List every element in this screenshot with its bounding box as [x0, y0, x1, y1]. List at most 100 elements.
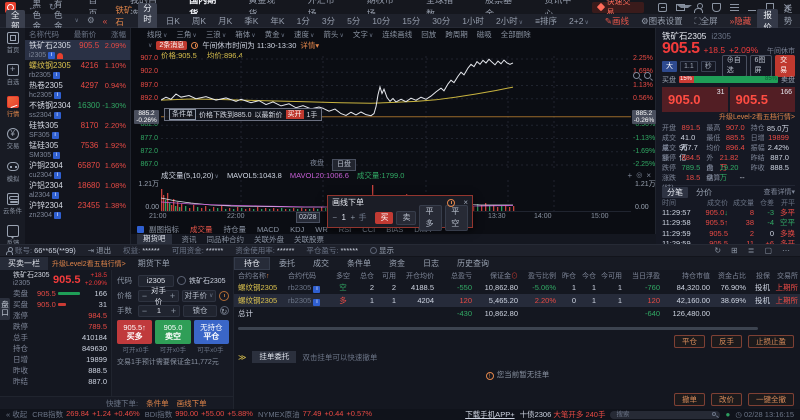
collapse-pending-icon[interactable]: ≫: [238, 353, 246, 362]
search-symbol-icon[interactable]: [177, 276, 186, 285]
indicator-tab-4[interactable]: KDJ: [290, 225, 304, 234]
more-icon[interactable]: ⋯: [782, 246, 790, 255]
period-12[interactable]: 2小时∨: [496, 15, 523, 27]
positions-tab-2[interactable]: 成交: [304, 257, 338, 270]
popup-qty-plus[interactable]: +: [350, 213, 355, 222]
draw-button[interactable]: ✎画线: [605, 15, 629, 27]
period-3[interactable]: 季K: [244, 15, 258, 27]
feedback-chat-icon[interactable]: [658, 3, 667, 12]
quote-chip-0[interactable]: 大: [662, 61, 677, 72]
draw-tool-7[interactable]: 文字∨: [353, 29, 373, 40]
drawline-order-popup[interactable]: 画线下单 × − 1 + 手 买 卖 平多 平空: [327, 195, 473, 228]
period-6[interactable]: 3分: [322, 15, 335, 27]
pos-btn-1[interactable]: 反手: [711, 335, 742, 348]
pending-orders-tab[interactable]: 挂单委托: [252, 351, 296, 363]
period-11[interactable]: 1小时: [462, 15, 484, 27]
grid-layout-button[interactable]: 2+2∨: [569, 16, 589, 26]
watchlist-col-2[interactable]: 涨幅: [111, 29, 126, 40]
tab-futures-order[interactable]: 期货下单: [130, 257, 178, 270]
zoom-in-icon[interactable]: [633, 72, 640, 79]
menu-list-icon[interactable]: [730, 3, 739, 12]
mail-icon[interactable]: [676, 4, 685, 11]
rail-4[interactable]: 模拟: [6, 160, 20, 184]
bid-price-box[interactable]: 905.031: [662, 87, 728, 112]
lock-position-button[interactable]: 锁仓: [183, 305, 217, 317]
period-9[interactable]: 15分: [402, 15, 420, 27]
vip-icon[interactable]: [712, 3, 721, 12]
collapse-list-icon[interactable]: «: [103, 16, 108, 26]
draw-tool-5[interactable]: 速度∨: [294, 29, 314, 40]
period-1[interactable]: 周K: [192, 15, 206, 27]
position-row-2[interactable]: 总计-43010,862.80-640126,480.00: [234, 307, 800, 320]
indicator-tab-3[interactable]: MACD: [257, 225, 279, 234]
popup-qty-value[interactable]: 1: [340, 213, 347, 222]
pend-btn-0[interactable]: 撤单: [674, 393, 705, 406]
drawline-order-link[interactable]: 画线下单: [177, 398, 207, 409]
volume-title[interactable]: 成交量(5,10,20): [161, 171, 214, 180]
watchlist-col-1[interactable]: 最新价: [74, 29, 97, 40]
indicator-tab-5[interactable]: WR: [315, 225, 328, 234]
related-tab-2[interactable]: 同品种合约: [207, 234, 245, 245]
period-5[interactable]: 1分: [297, 15, 310, 27]
horizontal-scrollbar[interactable]: [238, 327, 758, 330]
index-2[interactable]: NYMEX原油77.49+0.44+0.57%: [258, 409, 372, 420]
show-toggle[interactable]: 显示: [370, 245, 394, 256]
draw-tool-3[interactable]: 箱体∨: [235, 29, 255, 40]
pend-btn-2[interactable]: 一键全撤: [748, 393, 794, 406]
watchlist-row-rb2305[interactable]: 螺纹钢2305rb2305i 42161.10%: [25, 60, 130, 80]
setting-pane-icon[interactable]: ◎: [636, 172, 642, 180]
reset-icon[interactable]: ↻: [220, 306, 229, 315]
related-tab-0[interactable]: 期货吧: [137, 234, 172, 244]
period-7[interactable]: 5分: [347, 15, 360, 27]
position-row-1[interactable]: 螺纹钢2305rb2305 i多1142041205,465.202.20%01…: [234, 294, 800, 307]
rail-5[interactable]: 云条件: [2, 193, 23, 216]
watchlist-row-SM305[interactable]: 锰硅305SM305i 75361.92%: [25, 140, 130, 160]
pos-btn-0[interactable]: 平仓: [674, 335, 705, 348]
price-stepper[interactable]: −对手价+: [138, 290, 179, 302]
draw-tool-6[interactable]: 箭头∨: [323, 29, 343, 40]
watchlist-row-al2304[interactable]: 沪铝2304al2304i 186801.08%: [25, 180, 130, 200]
download-app-link[interactable]: 下载手机APP+: [465, 409, 514, 420]
draw-tool-10[interactable]: 跨周期: [445, 29, 468, 40]
tab-quick-trade[interactable]: 买卖一栏: [0, 257, 48, 270]
index-0[interactable]: CRB指数269.84+1.24+0.46%: [32, 409, 139, 420]
period-8[interactable]: 10分: [372, 15, 390, 27]
sort-button[interactable]: ≡排序: [535, 15, 557, 27]
draw-tool-12[interactable]: 全部删除: [501, 29, 531, 40]
draw-tool-8[interactable]: 连续画线: [382, 29, 412, 40]
draw-tool-2[interactable]: 三浪∨: [206, 29, 226, 40]
message-badge[interactable]: 2条消息: [156, 41, 187, 50]
refresh-table-icon[interactable]: ↻: [714, 246, 721, 255]
zoom-out-icon[interactable]: [644, 72, 651, 79]
search-input[interactable]: 搜索: [610, 411, 720, 419]
minimize-icon[interactable]: [748, 3, 757, 12]
settings-gear-icon[interactable]: ⚙: [87, 15, 95, 26]
period-10[interactable]: 30分: [432, 15, 450, 27]
draw-tool-4[interactable]: 黄金∨: [265, 29, 285, 40]
print-icon[interactable]: ≣: [748, 246, 755, 255]
pos-btn-2[interactable]: 止损止盈: [748, 335, 794, 348]
hide-button[interactable]: »隐藏: [730, 15, 752, 27]
notice-more[interactable]: 详情▾: [300, 40, 319, 51]
rail-0[interactable]: 首页: [6, 32, 20, 55]
qty-stepper[interactable]: −1+: [138, 305, 180, 317]
grid-view-button[interactable]: 6图屏: [750, 55, 773, 77]
watchlist-row-ss2304[interactable]: 不锈钢2304ss2304i 16300-1.30%: [25, 100, 130, 120]
condition-order-bar[interactable]: 条件单 价格下跌到885.0 以最新价 买开 1手: [164, 108, 322, 121]
popup-qty-minus[interactable]: −: [332, 213, 337, 222]
popup-close-short-button[interactable]: 平空: [445, 205, 468, 231]
fullscreen-button[interactable]: ⛶全屏: [695, 15, 718, 27]
level2-upgrade-link[interactable]: 升级Level2看五档行情>: [52, 259, 126, 269]
index-1[interactable]: BDI指数990.00+55.00+5.88%: [145, 409, 253, 420]
position-row-0[interactable]: 螺纹钢2305rb2305 i空224188.5-55010,862.80-5.…: [234, 281, 800, 294]
watchlist-row-hc2305[interactable]: 热卷2305hc2305i 42970.94%: [25, 80, 130, 100]
draw-tool-1[interactable]: 三角∨: [176, 29, 196, 40]
time-label-2[interactable]: 02/28: [296, 212, 320, 223]
popup-sell-button[interactable]: 卖: [396, 211, 416, 225]
positions-tab-1[interactable]: 委托: [270, 257, 304, 270]
quick-trade-button[interactable]: 快速交易: [592, 2, 644, 13]
collapse-status-icon[interactable]: « 收起: [6, 409, 27, 420]
period-2[interactable]: 月K: [218, 15, 232, 27]
add-pane-icon[interactable]: +: [628, 172, 633, 180]
pend-btn-1[interactable]: 改价: [711, 393, 742, 406]
